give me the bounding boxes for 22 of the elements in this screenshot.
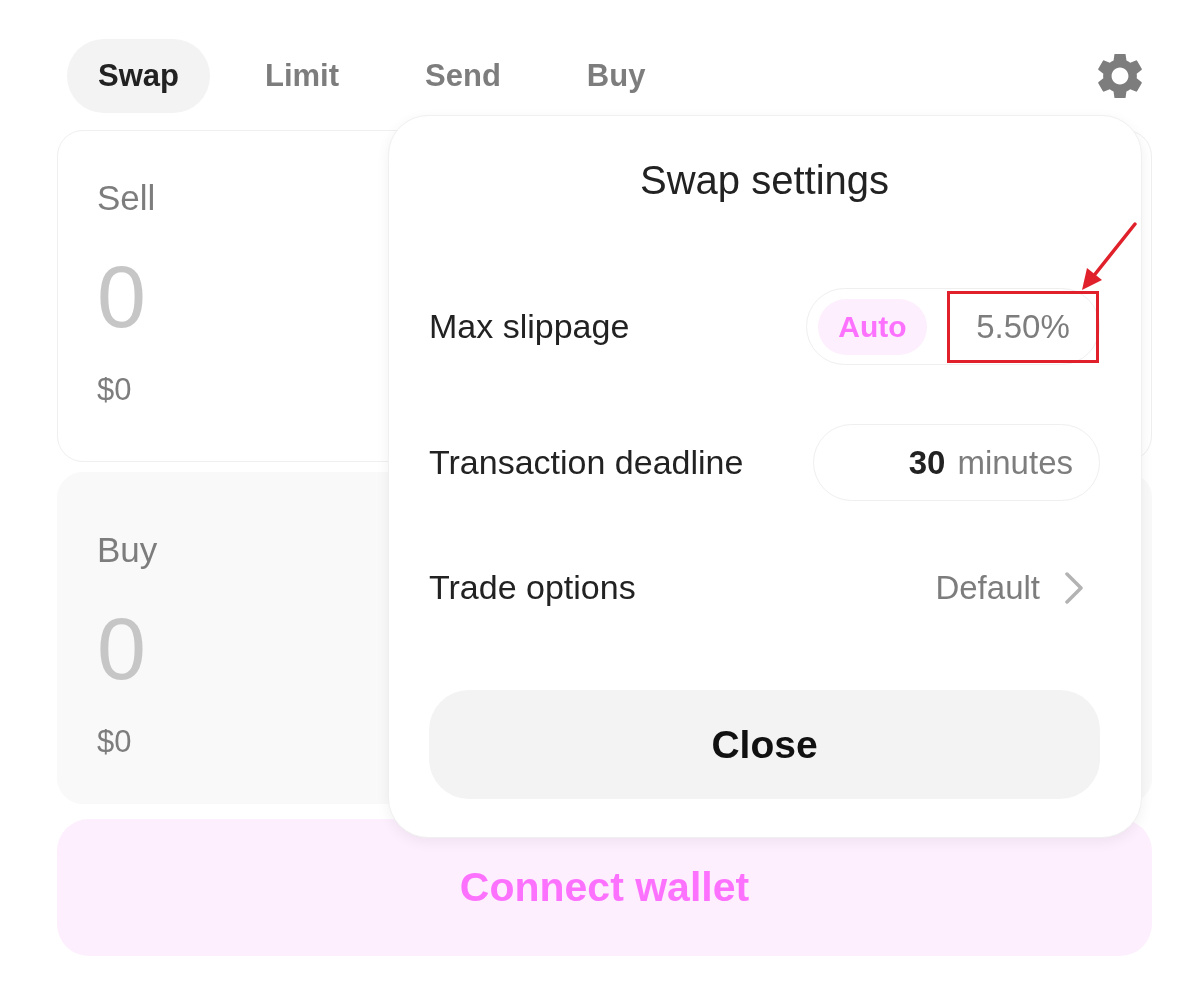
tab[interactable]: Send — [394, 39, 532, 113]
fiat-value: $0 — [97, 725, 132, 759]
unit-label: minutes — [957, 443, 1073, 482]
chevron-right-icon[interactable] — [1064, 571, 1084, 604]
auto-button[interactable]: Auto — [818, 298, 927, 355]
tab[interactable]: Limit — [233, 39, 371, 113]
close-button[interactable]: Close — [429, 690, 1100, 799]
tab[interactable]: Buy — [555, 39, 677, 113]
panel-label: Buy — [97, 530, 158, 570]
setting-label: Max slippage — [429, 307, 630, 346]
setting-label: Transaction deadline — [429, 443, 744, 482]
slippage-input[interactable]: 5.50% — [947, 290, 1099, 363]
deadline-value: 30 — [908, 443, 946, 482]
popover-title: Swap settings — [640, 158, 889, 202]
option-value[interactable]: Default — [935, 568, 1040, 607]
connect-wallet-button[interactable]: Connect wallet — [57, 819, 1152, 956]
setting-label: Trade options — [429, 568, 636, 607]
fiat-value: $0 — [97, 373, 132, 407]
amount-input[interactable]: 0 — [97, 247, 397, 347]
panel-label: Sell — [97, 178, 156, 218]
tab[interactable]: Swap — [67, 39, 210, 113]
settings-icon[interactable] — [1098, 54, 1142, 98]
